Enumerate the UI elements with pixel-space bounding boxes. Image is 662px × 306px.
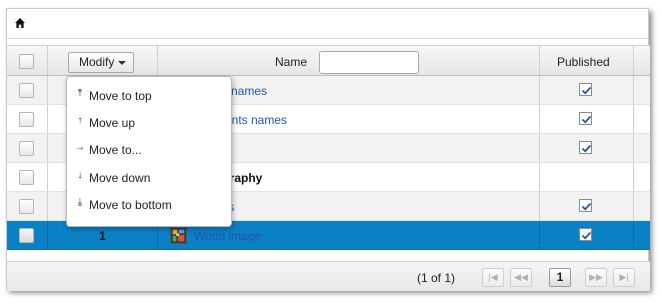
move-to-top-icon: ⤒ [77,88,83,99]
row-checkbox[interactable] [19,141,34,156]
page-indicator: (1 of 1) [417,271,456,285]
checkmark-icon [581,231,592,240]
prev-page-button[interactable]: ◀◀ [510,268,532,287]
grid-header: Modify Name Published [7,45,650,76]
page-1-button[interactable]: 1 [549,268,571,287]
checkmark-icon [581,115,592,124]
published-column-header: Published [557,55,610,69]
toolbar [7,9,648,39]
name-column-header: Name [275,55,308,69]
grid-panel: Modify Name Published ns names ments nam… [6,8,650,291]
menu-item-label: Move to bottom [89,198,172,212]
arrow-right-icon: → [75,142,85,153]
menu-item-label: Move to top [89,89,152,103]
published-checkbox[interactable] [579,228,592,241]
first-page-button[interactable]: |◀ [482,268,504,287]
arrow-down-icon: ↓ [77,170,83,181]
modify-dropdown-menu: ⤒ Move to top ↑ Move up → Move to... ↓ M… [66,76,232,227]
row-order-number: 1 [99,229,106,243]
checkmark-icon [581,86,592,95]
caret-down-icon [118,61,126,65]
name-filter-input[interactable] [319,51,419,74]
pagination-bar: (1 of 1) |◀ ◀◀ 1 ▶▶ ▶| [7,261,650,291]
row-checkbox[interactable] [19,112,34,127]
move-to-bottom-icon: ⤓ [77,197,83,208]
menu-item-label: Move down [89,171,151,185]
modify-dropdown-button[interactable]: Modify [68,52,134,73]
menu-item-label: Move up [89,116,136,130]
row-checkbox[interactable] [19,170,34,185]
row-checkbox[interactable] [19,199,34,214]
row-name-link[interactable]: World image [194,229,261,243]
world-image-thumbnail-icon [170,227,187,244]
menu-item-move-down[interactable]: ↓ Move down [67,165,231,191]
last-page-button[interactable]: ▶| [613,268,635,287]
menu-item-move-up[interactable]: ↑ Move up [67,110,231,136]
menu-item-label: Move to... [89,143,142,157]
menu-item-move-to[interactable]: → Move to... [67,137,231,163]
row-checkbox[interactable] [19,83,34,98]
arrow-up-icon: ↑ [77,115,83,126]
checkmark-icon [581,144,592,153]
published-checkbox[interactable] [579,112,592,125]
row-checkbox[interactable] [19,228,34,243]
published-checkbox[interactable] [579,141,592,154]
published-checkbox[interactable] [579,199,592,212]
menu-item-move-to-top[interactable]: ⤒ Move to top [67,83,231,109]
home-icon[interactable] [14,17,26,29]
next-page-button[interactable]: ▶▶ [585,268,607,287]
checkmark-icon [581,202,592,211]
published-checkbox[interactable] [579,83,592,96]
menu-item-move-to-bottom[interactable]: ⤓ Move to bottom [67,192,231,218]
select-all-checkbox[interactable] [19,54,34,69]
modify-label: Modify [79,55,115,69]
